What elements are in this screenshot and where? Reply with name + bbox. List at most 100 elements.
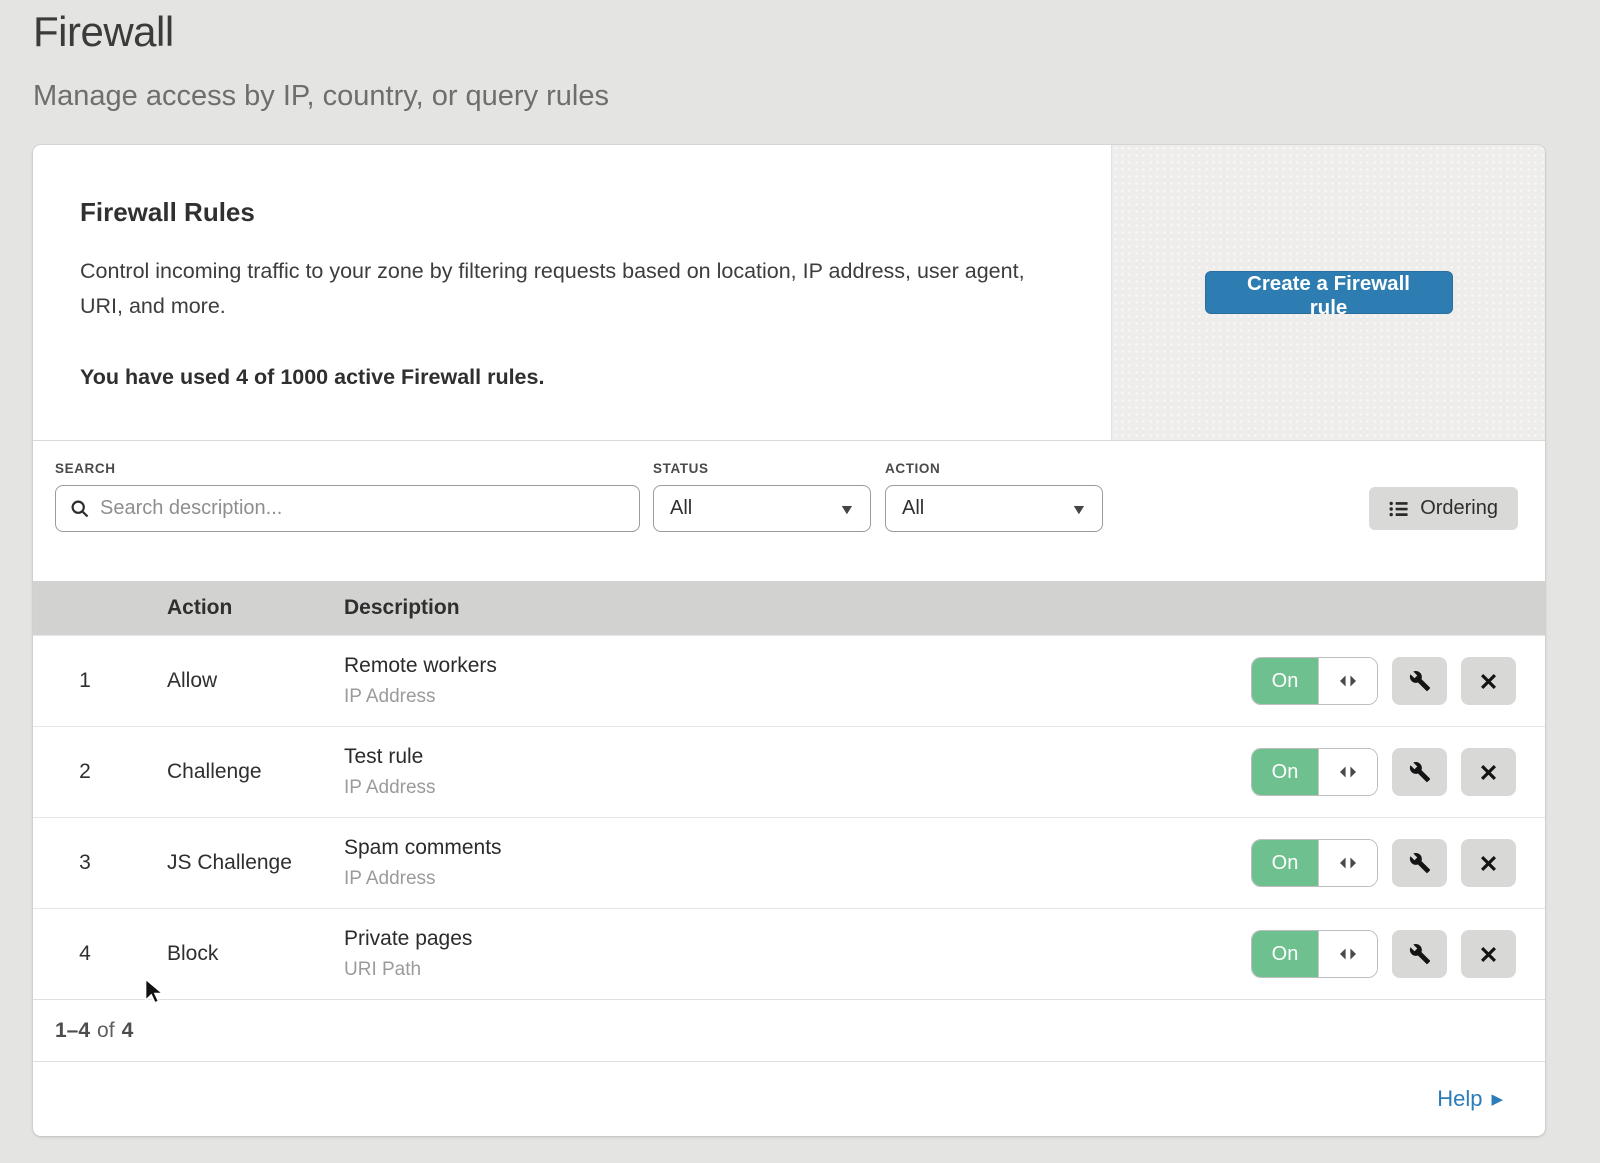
card-description: Control incoming traffic to your zone by… — [80, 254, 1025, 325]
chevron-down-icon: ▼ — [838, 501, 855, 517]
table-row: 3 JS Challenge Spam comments IP Address … — [33, 817, 1545, 908]
search-input[interactable] — [56, 486, 639, 531]
edit-rule-button[interactable] — [1392, 748, 1447, 796]
left-right-arrows-icon — [1337, 765, 1359, 779]
wrench-icon — [1409, 761, 1431, 783]
description-cell: Private pages URI Path — [344, 927, 1221, 981]
firewall-page: Firewall Manage access by IP, country, o… — [0, 0, 1600, 1136]
table-header: Action Description — [33, 581, 1545, 635]
x-icon — [1480, 673, 1497, 690]
action-cell: Allow — [167, 669, 344, 693]
priority-cell: 3 — [33, 851, 167, 875]
wrench-icon — [1409, 852, 1431, 874]
rule-toggle[interactable]: On — [1251, 930, 1378, 978]
create-rule-panel: Create a Firewall rule — [1111, 145, 1545, 440]
page-subtitle: Manage access by IP, country, or query r… — [33, 80, 1545, 113]
left-right-arrows-icon — [1337, 856, 1359, 870]
left-right-arrows-icon — [1337, 947, 1359, 961]
action-select[interactable]: All ▼ — [885, 485, 1103, 532]
help-link[interactable]: Help ▶ — [1437, 1086, 1503, 1112]
description-title: Spam comments — [344, 836, 1221, 860]
pagination-total: 4 — [122, 1019, 134, 1043]
wrench-icon — [1409, 670, 1431, 692]
toggle-arrows-button[interactable] — [1318, 931, 1377, 977]
edit-rule-button[interactable] — [1392, 930, 1447, 978]
action-label: ACTION — [885, 461, 1103, 476]
x-icon — [1480, 764, 1497, 781]
action-selected-value: All — [902, 497, 924, 520]
delete-rule-button[interactable] — [1461, 930, 1516, 978]
table-header-action: Action — [167, 596, 344, 620]
priority-cell: 4 — [33, 942, 167, 966]
toggle-arrows-button[interactable] — [1318, 840, 1377, 886]
priority-cell: 2 — [33, 760, 167, 784]
row-controls: On — [1221, 748, 1545, 796]
chevron-down-icon: ▼ — [1070, 501, 1087, 517]
ordering-list-icon — [1389, 500, 1409, 518]
action-cell: JS Challenge — [167, 851, 344, 875]
status-selected-value: All — [670, 497, 692, 520]
pagination-of-label: of — [97, 1019, 115, 1043]
search-filter: SEARCH — [55, 461, 640, 581]
search-input-wrap — [55, 485, 640, 532]
toggle-on-button[interactable]: On — [1252, 840, 1318, 886]
toggle-on-button[interactable]: On — [1252, 749, 1318, 795]
create-firewall-rule-button[interactable]: Create a Firewall rule — [1205, 271, 1453, 314]
row-controls: On — [1221, 657, 1545, 705]
table-row: 4 Block Private pages URI Path On — [33, 908, 1545, 999]
row-controls: On — [1221, 930, 1545, 978]
description-cell: Test rule IP Address — [344, 745, 1221, 799]
usage-text: You have used 4 of 1000 active Firewall … — [80, 365, 1051, 390]
pagination-range: 1–4 — [55, 1019, 90, 1043]
description-match-type: IP Address — [344, 868, 1221, 890]
status-label: STATUS — [653, 461, 871, 476]
description-title: Remote workers — [344, 654, 1221, 678]
description-match-type: URI Path — [344, 959, 1221, 981]
status-select[interactable]: All ▼ — [653, 485, 871, 532]
table-row: 1 Allow Remote workers IP Address On — [33, 635, 1545, 726]
edit-rule-button[interactable] — [1392, 657, 1447, 705]
row-controls: On — [1221, 839, 1545, 887]
rules-summary-section: Firewall Rules Control incoming traffic … — [33, 145, 1545, 440]
pagination-summary: 1–4 of 4 — [33, 999, 1545, 1061]
status-filter: STATUS All ▼ — [653, 461, 871, 581]
table-header-description: Description — [344, 596, 1221, 620]
ordering-button[interactable]: Ordering — [1369, 487, 1518, 530]
description-cell: Remote workers IP Address — [344, 654, 1221, 708]
description-title: Test rule — [344, 745, 1221, 769]
toggle-on-button[interactable]: On — [1252, 931, 1318, 977]
wrench-icon — [1409, 943, 1431, 965]
toggle-arrows-button[interactable] — [1318, 749, 1377, 795]
delete-rule-button[interactable] — [1461, 748, 1516, 796]
search-icon — [70, 499, 90, 519]
action-cell: Challenge — [167, 760, 344, 784]
x-icon — [1480, 855, 1497, 872]
edit-rule-button[interactable] — [1392, 839, 1447, 887]
description-match-type: IP Address — [344, 686, 1221, 708]
table-row: 2 Challenge Test rule IP Address On — [33, 726, 1545, 817]
ordering-label: Ordering — [1420, 497, 1498, 520]
description-match-type: IP Address — [344, 777, 1221, 799]
card-footer: Help ▶ — [33, 1061, 1545, 1136]
rule-toggle[interactable]: On — [1251, 748, 1378, 796]
description-title: Private pages — [344, 927, 1221, 951]
firewall-rules-card: Firewall Rules Control incoming traffic … — [33, 145, 1545, 1136]
help-arrow-icon: ▶ — [1491, 1090, 1503, 1108]
toggle-arrows-button[interactable] — [1318, 658, 1377, 704]
filters-bar: SEARCH STATUS All ▼ ACTION — [33, 440, 1545, 581]
x-icon — [1480, 946, 1497, 963]
page-title: Firewall — [33, 8, 1545, 56]
toggle-on-button[interactable]: On — [1252, 658, 1318, 704]
rules-summary-text: Firewall Rules Control incoming traffic … — [33, 145, 1111, 440]
delete-rule-button[interactable] — [1461, 657, 1516, 705]
action-filter: ACTION All ▼ — [885, 461, 1103, 581]
card-heading: Firewall Rules — [80, 197, 1051, 228]
action-cell: Block — [167, 942, 344, 966]
rule-toggle[interactable]: On — [1251, 839, 1378, 887]
rule-toggle[interactable]: On — [1251, 657, 1378, 705]
delete-rule-button[interactable] — [1461, 839, 1516, 887]
help-label: Help — [1437, 1086, 1482, 1112]
search-label: SEARCH — [55, 461, 640, 476]
description-cell: Spam comments IP Address — [344, 836, 1221, 890]
left-right-arrows-icon — [1337, 674, 1359, 688]
